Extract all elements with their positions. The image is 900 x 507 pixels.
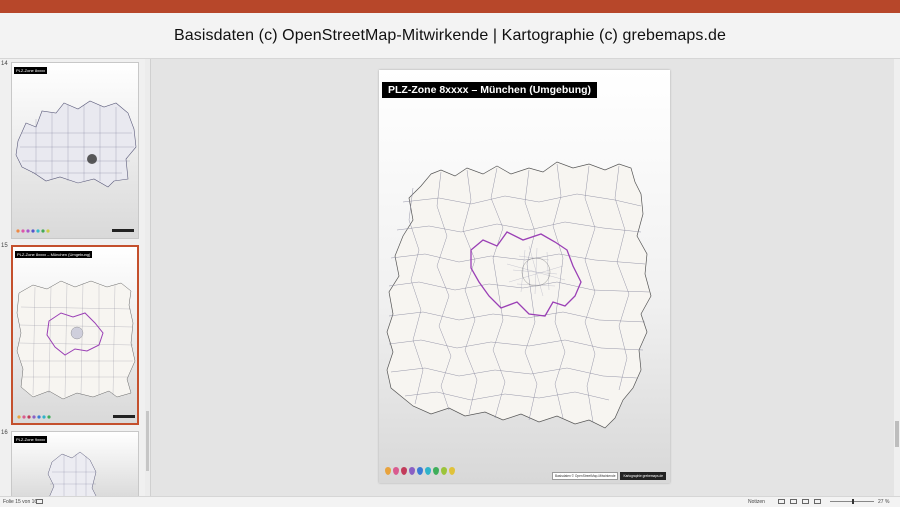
slide-thumbnail-pane: 14 PLZ-Zone 8xxxx 15 PLZ-Zone 8xxxx – Mü… bbox=[0, 59, 151, 496]
grebemaps-credit: Kartographie grebemaps.de bbox=[620, 472, 666, 480]
canvas-scrollbar[interactable] bbox=[894, 59, 900, 496]
caption-text: Basisdaten (c) OpenStreetMap-Mitwirkende… bbox=[173, 26, 727, 44]
spellcheck-icon[interactable] bbox=[36, 499, 43, 504]
thumbnail-map bbox=[47, 451, 97, 496]
thumbnail-map bbox=[16, 280, 136, 419]
thumbnail-number: 16 bbox=[1, 430, 8, 436]
window-title-bar bbox=[0, 0, 900, 13]
map-pin-icon bbox=[433, 467, 439, 475]
thumbnail-number: 14 bbox=[1, 61, 8, 67]
map-pin-icon bbox=[393, 467, 399, 475]
zoom-slider-knob[interactable] bbox=[852, 499, 854, 504]
region-outline bbox=[386, 161, 652, 429]
slide-title: PLZ-Zone 8xxxx – München (Umgebung) bbox=[382, 82, 598, 98]
map-pin-icon bbox=[409, 467, 415, 475]
normal-view-icon[interactable] bbox=[778, 499, 785, 504]
current-slide[interactable]: PLZ-Zone 8xxxx – München (Umgebung) Basi… bbox=[379, 70, 670, 483]
slide-counter: Folie 15 von 16 bbox=[3, 499, 38, 505]
slide-caption: Basisdaten (c) OpenStreetMap-Mitwirkende… bbox=[0, 13, 900, 59]
pin-legend bbox=[385, 467, 455, 475]
thumbnail-scroll-thumb[interactable] bbox=[146, 411, 149, 471]
thumbnail-slide-15[interactable]: PLZ-Zone 8xxxx – München (Umgebung) bbox=[11, 245, 139, 425]
osm-credit: Basisdaten © OpenStreetMap-Mitwirkende bbox=[552, 472, 619, 480]
map-pin-icon bbox=[425, 467, 431, 475]
status-bar: Folie 15 von 16 Notizen 27 % bbox=[0, 496, 900, 507]
map-pin-icon bbox=[401, 467, 407, 475]
reading-view-icon[interactable] bbox=[802, 499, 809, 504]
notes-button[interactable]: Notizen bbox=[748, 499, 765, 505]
thumbnail-number: 15 bbox=[1, 243, 8, 249]
thumbnail-map bbox=[15, 100, 137, 233]
thumbnail-scrollbar[interactable] bbox=[145, 59, 150, 496]
map-credits: Basisdaten © OpenStreetMap-Mitwirkende K… bbox=[552, 472, 666, 480]
zoom-level[interactable]: 27 % bbox=[878, 499, 889, 505]
canvas-scroll-thumb[interactable] bbox=[895, 421, 899, 447]
map-pin-icon bbox=[385, 467, 391, 475]
slideshow-icon[interactable] bbox=[814, 499, 821, 504]
map-pin-icon bbox=[449, 467, 455, 475]
thumbnail-slide-14[interactable]: PLZ-Zone 8xxxx bbox=[11, 62, 139, 239]
thumbnail-slide-16[interactable]: PLZ-Zone 9xxxx bbox=[11, 431, 139, 496]
map-pin-icon bbox=[441, 467, 447, 475]
munich-plz-map bbox=[386, 161, 652, 429]
slide-sorter-icon[interactable] bbox=[790, 499, 797, 504]
map-pin-icon bbox=[417, 467, 423, 475]
